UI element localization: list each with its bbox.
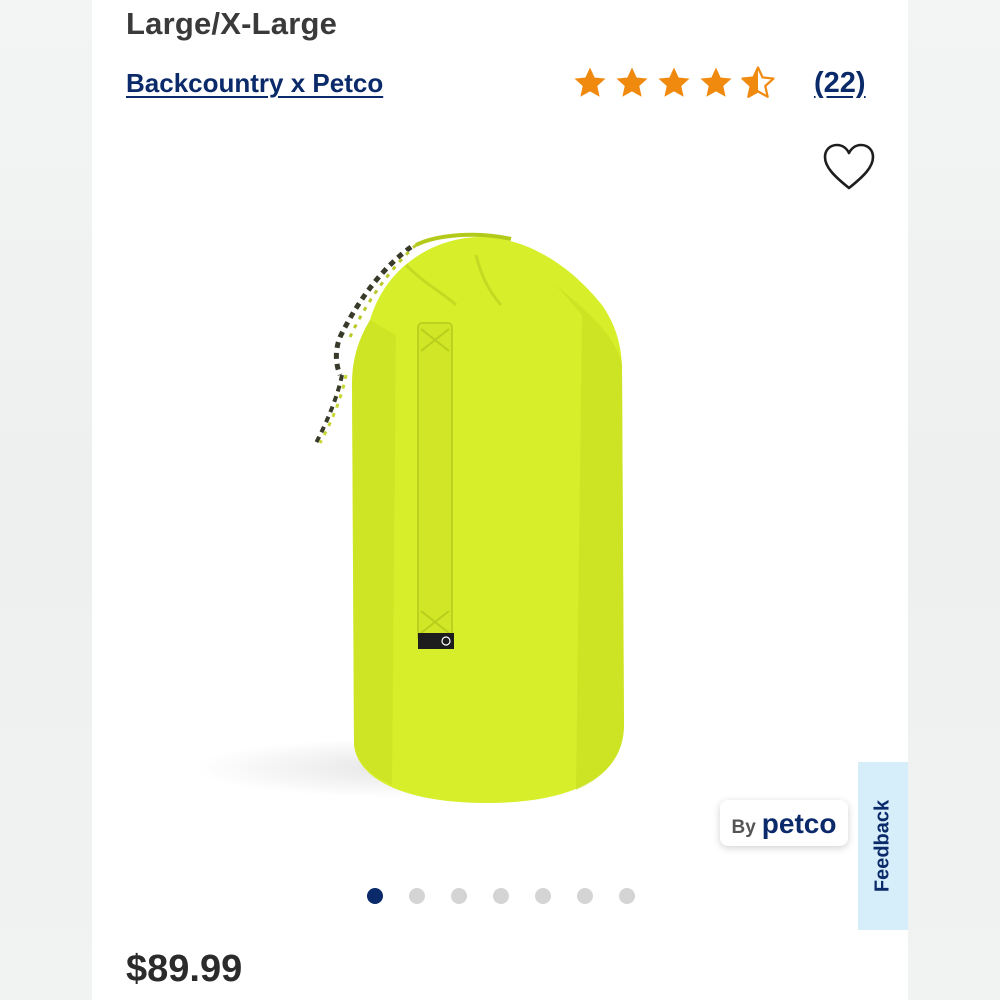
page-background-right <box>908 0 1000 1000</box>
heart-icon <box>823 143 875 190</box>
carousel-dot-active[interactable] <box>367 888 383 904</box>
star-rating <box>570 64 778 102</box>
product-price: $89.99 <box>126 948 243 990</box>
product-title: Large/X-Large <box>126 6 338 41</box>
star-half-icon <box>741 66 775 98</box>
badge-by-text: By <box>731 817 756 838</box>
product-card: Large/X-Large Backcountry x Petco (22) B… <box>92 0 908 1000</box>
star-full-icon <box>700 67 732 97</box>
wishlist-button[interactable] <box>822 142 876 192</box>
rating-summary[interactable]: (22) <box>570 64 866 102</box>
star-full-icon <box>658 67 690 97</box>
feedback-label: Feedback <box>871 799 894 893</box>
carousel-pagination <box>367 888 635 904</box>
carousel-dot[interactable] <box>409 888 425 904</box>
brand-link[interactable]: Backcountry x Petco <box>126 68 383 99</box>
review-count-link[interactable]: (22) <box>814 67 866 100</box>
by-petco-badge: By petco <box>720 800 848 846</box>
carousel-dot[interactable] <box>451 888 467 904</box>
carousel-dot[interactable] <box>619 888 635 904</box>
carousel-dot[interactable] <box>577 888 593 904</box>
carousel-dot[interactable] <box>535 888 551 904</box>
star-full-icon <box>616 67 648 97</box>
product-image[interactable] <box>306 225 636 815</box>
page-background-left <box>0 0 92 1000</box>
carousel-dot[interactable] <box>493 888 509 904</box>
star-full-icon <box>574 67 606 97</box>
petco-logo: petco <box>761 808 837 839</box>
feedback-tab[interactable]: Feedback <box>858 762 908 930</box>
